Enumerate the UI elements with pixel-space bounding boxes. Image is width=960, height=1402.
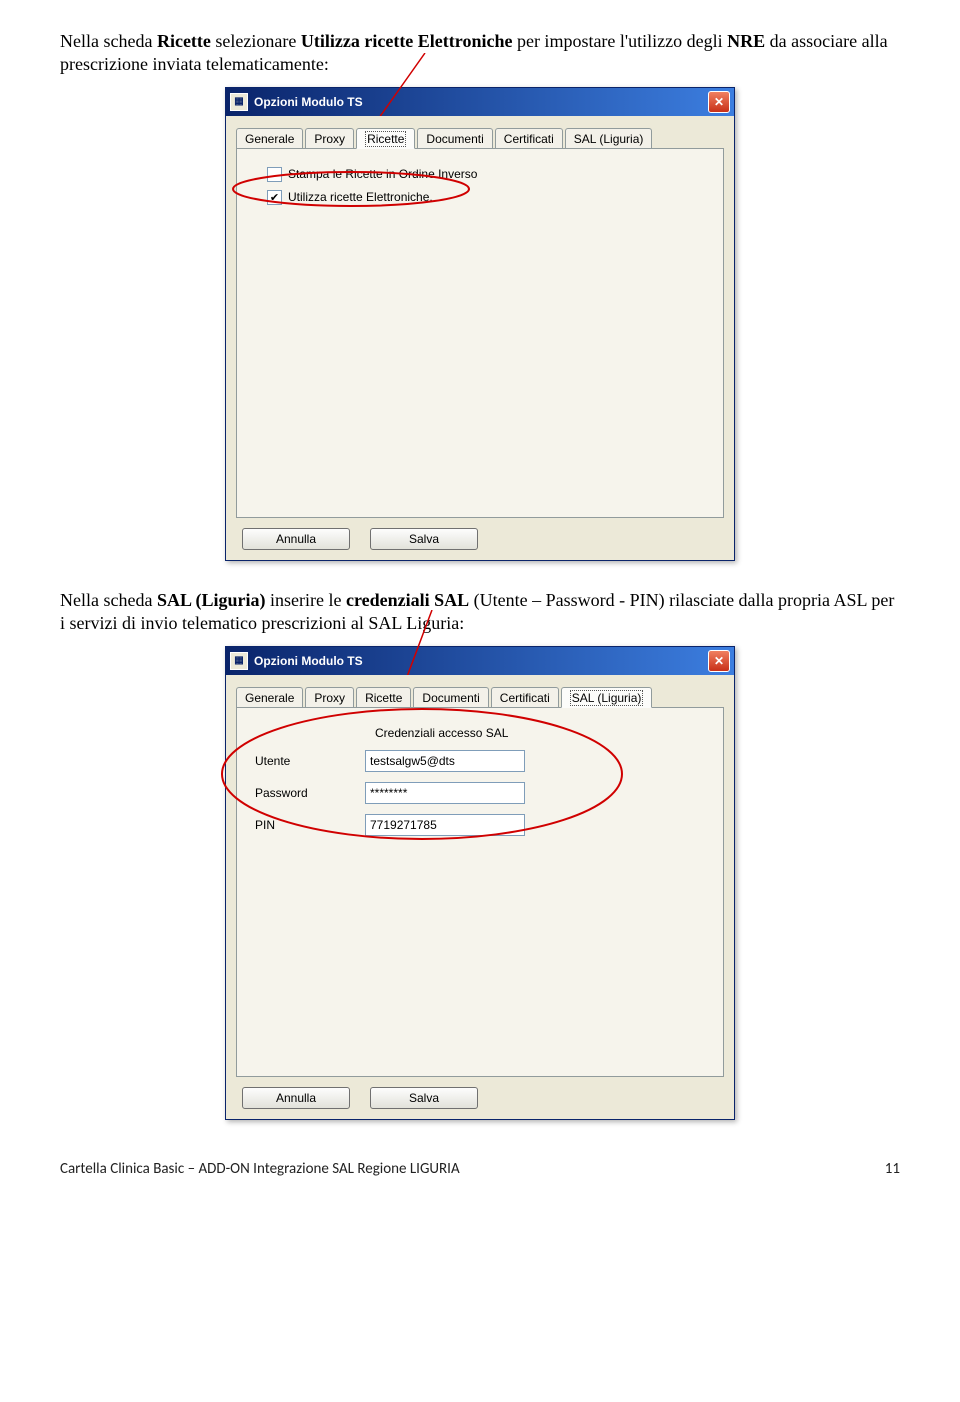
dialog-titlebar: ▦ Opzioni Modulo TS ✕ xyxy=(226,647,734,675)
footer-text: Cartella Clinica Basic – ADD-ON Integraz… xyxy=(60,1160,460,1178)
text-bold: credenziali SAL xyxy=(346,590,469,610)
annulla-button[interactable]: Annulla xyxy=(242,1087,350,1109)
tab-ricette[interactable]: Ricette xyxy=(356,128,415,149)
intro-paragraph-1: Nella scheda Ricette selezionare Utilizz… xyxy=(60,30,900,77)
text-bold: SAL (Liguria) xyxy=(157,590,266,610)
utente-label: Utente xyxy=(255,754,365,768)
options-dialog-ricette: ▦ Opzioni Modulo TS ✕ Generale Proxy Ric… xyxy=(225,87,735,561)
salva-button[interactable]: Salva xyxy=(370,528,478,550)
dialog-titlebar: ▦ Opzioni Modulo TS ✕ xyxy=(226,88,734,116)
password-label: Password xyxy=(255,786,365,800)
page-footer: Cartella Clinica Basic – ADD-ON Integraz… xyxy=(60,1160,900,1178)
tab-generale[interactable]: Generale xyxy=(236,687,303,707)
app-icon: ▦ xyxy=(230,93,248,111)
text: selezionare xyxy=(211,31,301,51)
tab-documenti[interactable]: Documenti xyxy=(417,128,492,148)
checkbox-stampa-inverso[interactable] xyxy=(267,167,282,182)
page-number: 11 xyxy=(885,1160,900,1178)
intro-paragraph-2: Nella scheda SAL (Liguria) inserire le c… xyxy=(60,589,900,636)
text: per impostare l'utilizzo degli xyxy=(512,31,727,51)
tab-proxy[interactable]: Proxy xyxy=(305,128,354,148)
tab-proxy[interactable]: Proxy xyxy=(305,687,354,707)
utente-input[interactable] xyxy=(365,750,525,772)
annulla-button[interactable]: Annulla xyxy=(242,528,350,550)
password-input[interactable] xyxy=(365,782,525,804)
checkbox-label: Utilizza ricette Elettroniche. xyxy=(288,190,433,204)
app-icon: ▦ xyxy=(230,652,248,670)
text: Nella scheda xyxy=(60,590,157,610)
close-button[interactable]: ✕ xyxy=(708,91,730,113)
tab-sal-liguria[interactable]: SAL (Liguria) xyxy=(565,128,653,148)
tab-strip: Generale Proxy Ricette Documenti Certifi… xyxy=(236,687,724,708)
tab-certificati[interactable]: Certificati xyxy=(495,128,563,148)
pin-label: PIN xyxy=(255,818,365,832)
dialog-title: Opzioni Modulo TS xyxy=(254,654,708,668)
checkbox-label: Stampa le Ricette in Ordine Inverso xyxy=(288,167,477,181)
salva-button[interactable]: Salva xyxy=(370,1087,478,1109)
text-bold: Utilizza ricette Elettroniche xyxy=(301,31,513,51)
checkbox-ricette-elettroniche[interactable]: ✔ xyxy=(267,190,282,205)
options-dialog-sal: ▦ Opzioni Modulo TS ✕ Generale Proxy Ric… xyxy=(225,646,735,1120)
tab-certificati[interactable]: Certificati xyxy=(491,687,559,707)
tab-panel-sal: Credenziali accesso SAL Utente Password … xyxy=(236,708,724,1077)
tab-panel-ricette: Stampa le Ricette in Ordine Inverso ✔ Ut… xyxy=(236,149,724,518)
text-bold: Ricette xyxy=(157,31,211,51)
group-label-credenziali: Credenziali accesso SAL xyxy=(375,726,705,740)
tab-sal-liguria[interactable]: SAL (Liguria) xyxy=(561,687,653,708)
text-bold: NRE xyxy=(727,31,765,51)
dialog-title: Opzioni Modulo TS xyxy=(254,95,708,109)
close-button[interactable]: ✕ xyxy=(708,650,730,672)
text: inserire le xyxy=(265,590,345,610)
tab-documenti[interactable]: Documenti xyxy=(413,687,488,707)
text: Nella scheda xyxy=(60,31,157,51)
tab-ricette[interactable]: Ricette xyxy=(356,687,411,707)
tab-strip: Generale Proxy Ricette Documenti Certifi… xyxy=(236,128,724,149)
tab-generale[interactable]: Generale xyxy=(236,128,303,148)
pin-input[interactable] xyxy=(365,814,525,836)
